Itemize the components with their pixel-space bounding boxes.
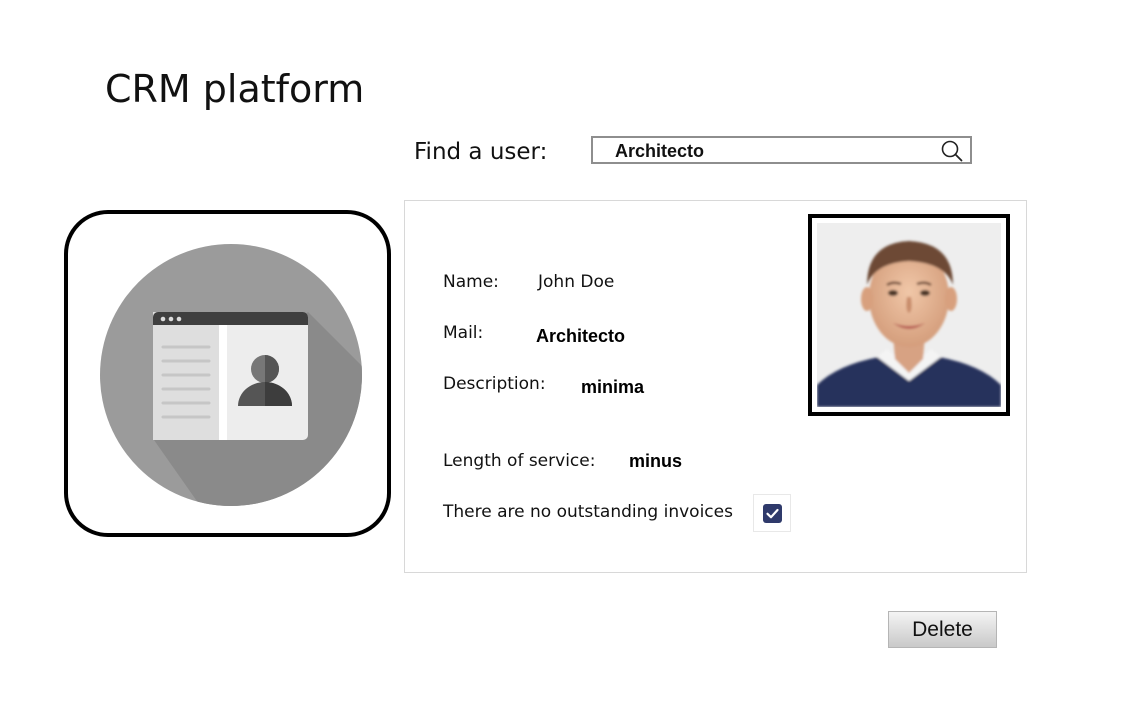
search-input[interactable] (615, 140, 935, 162)
name-label: Name: (443, 272, 499, 292)
name-value: John Doe (538, 272, 615, 292)
service-value: minus (629, 451, 683, 471)
search-icon[interactable] (940, 140, 964, 162)
description-label: Description: (443, 374, 546, 394)
find-user-label: Find a user: (414, 139, 548, 165)
delete-button[interactable]: Delete (888, 611, 997, 648)
contact-card-icon (100, 244, 362, 506)
app-title: CRM platform (105, 67, 365, 111)
mail-label: Mail: (443, 323, 484, 343)
invoices-checkbox[interactable] (753, 494, 791, 532)
user-details-card: Name: John Doe Mail: Architecto Descript… (404, 200, 1027, 573)
invoices-label: There are no outstanding invoices (443, 502, 733, 522)
user-photo (817, 223, 1001, 407)
user-photo-frame (808, 214, 1010, 416)
description-value: minima (581, 377, 645, 397)
check-icon (766, 508, 779, 519)
contact-icon-frame (64, 210, 391, 537)
search-box (591, 136, 972, 164)
mail-value: Architecto (536, 326, 626, 346)
checkbox-box (763, 504, 782, 523)
service-label: Length of service: (443, 451, 596, 471)
